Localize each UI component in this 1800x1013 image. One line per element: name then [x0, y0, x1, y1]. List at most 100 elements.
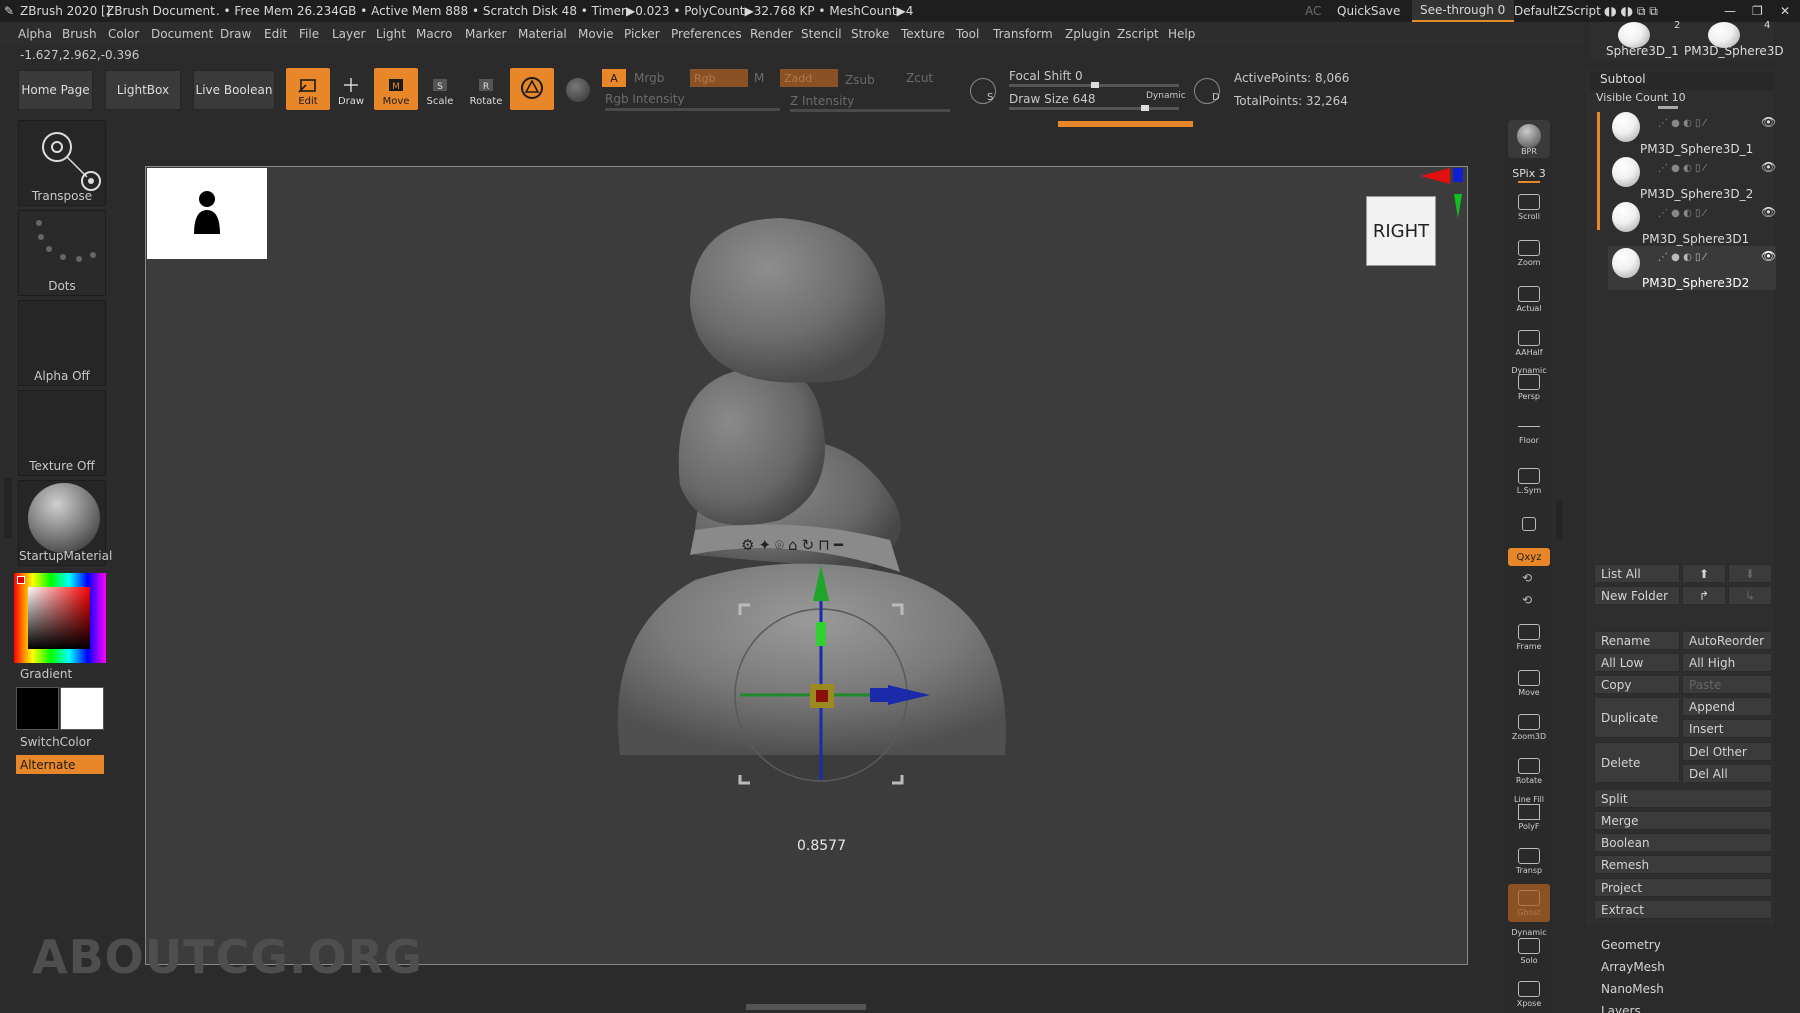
- draw-size-knob[interactable]: [1141, 105, 1149, 111]
- default-zscript-button[interactable]: DefaultZScript: [1514, 4, 1601, 18]
- subtool-title[interactable]: Subtool: [1590, 72, 1774, 90]
- alternate-button[interactable]: Alternate: [16, 755, 104, 774]
- menu-help[interactable]: Help: [1168, 27, 1195, 41]
- live-boolean-button[interactable]: Live Boolean: [193, 70, 275, 110]
- tool-thumb-name-1[interactable]: Sphere3D_1: [1606, 44, 1679, 58]
- menu-render[interactable]: Render: [750, 27, 793, 41]
- right-tray-handle[interactable]: [1556, 500, 1562, 540]
- transpose-brush-slot[interactable]: Transpose: [18, 120, 106, 206]
- dynamic-toggle[interactable]: Dynamic: [1146, 91, 1186, 101]
- draw-mode-button[interactable]: Draw: [329, 68, 373, 110]
- xpose-button[interactable]: Xpose: [1508, 975, 1550, 1013]
- rename-button[interactable]: Rename: [1594, 631, 1680, 650]
- gyro-toggle-button[interactable]: [510, 68, 554, 110]
- bottom-tray-handle[interactable]: [746, 1004, 866, 1010]
- eye-icon[interactable]: 👁: [1761, 205, 1776, 219]
- close-icon[interactable]: ✕: [1780, 4, 1790, 18]
- subtool-toggle-icons[interactable]: ⋰ ● ◐ ▯ ⁄: [1658, 118, 1705, 129]
- xyz-rotation-button[interactable]: Qxyz: [1508, 548, 1550, 566]
- rgb-button[interactable]: Rgb: [690, 69, 748, 87]
- del-all-button[interactable]: Del All: [1682, 764, 1772, 783]
- menu-stroke[interactable]: Stroke: [851, 27, 889, 41]
- restore-icon[interactable]: ❐: [1752, 4, 1763, 18]
- menu-layer[interactable]: Layer: [332, 27, 365, 41]
- solo-button[interactable]: Solo: [1508, 932, 1550, 970]
- rgb-intensity-slider[interactable]: [605, 108, 780, 111]
- gizmo-minus-icon[interactable]: ━: [834, 536, 843, 554]
- menu-material[interactable]: Material: [518, 27, 567, 41]
- paste-button[interactable]: Paste: [1682, 675, 1772, 694]
- all-low-button[interactable]: All Low: [1594, 653, 1680, 672]
- visible-count-slider[interactable]: [1658, 106, 1678, 109]
- menu-marker[interactable]: Marker: [465, 27, 506, 41]
- boolean-section[interactable]: Boolean: [1594, 833, 1772, 852]
- frame-button[interactable]: Frame: [1508, 618, 1550, 656]
- edit-mode-button[interactable]: Edit: [286, 68, 330, 110]
- material-slot[interactable]: StartupMaterial: [18, 480, 112, 566]
- subtool-item[interactable]: ⋰ ● ◐ ▯ ⁄ 👁 PM3D_Sphere3D_2: [1608, 157, 1776, 201]
- quicksave-button[interactable]: QuickSave: [1337, 4, 1400, 18]
- gizmo-reset-icon[interactable]: ↻: [802, 536, 815, 554]
- project-section[interactable]: Project: [1594, 878, 1772, 897]
- menu-alpha[interactable]: Alpha: [18, 27, 52, 41]
- gizmo-home-icon[interactable]: ⌂: [788, 536, 798, 554]
- menu-draw[interactable]: Draw: [220, 27, 251, 41]
- menu-light[interactable]: Light: [376, 27, 406, 41]
- rotate-view-button[interactable]: Rotate: [1508, 752, 1550, 790]
- zoom-button[interactable]: Zoom: [1508, 234, 1550, 272]
- gizmo-location-icon[interactable]: ⌾: [775, 536, 784, 554]
- all-high-button[interactable]: All High: [1682, 653, 1772, 672]
- menu-document[interactable]: Document: [151, 27, 213, 41]
- autoreorder-button[interactable]: AutoReorder: [1682, 631, 1772, 650]
- gizmo-settings-icon[interactable]: ⚙: [741, 536, 754, 554]
- navigation-thumbnail[interactable]: [147, 168, 267, 259]
- layers-panel-header[interactable]: Layers: [1601, 1004, 1641, 1013]
- transp-button[interactable]: Transp: [1508, 842, 1550, 880]
- floor-button[interactable]: Floor: [1508, 416, 1550, 454]
- zsub-button[interactable]: Zsub: [845, 73, 875, 87]
- gizmo-lock-icon[interactable]: ⊓: [818, 536, 830, 554]
- m-button[interactable]: M: [754, 71, 764, 85]
- extract-section[interactable]: Extract: [1594, 900, 1772, 919]
- transform-gizmo[interactable]: [730, 565, 970, 785]
- rotate-y-icon[interactable]: ⟲: [1522, 571, 1532, 585]
- minimize-icon[interactable]: —: [1724, 4, 1736, 18]
- gizmo-toolbar[interactable]: ⚙ ✦ ⌾ ⌂ ↻ ⊓ ━: [741, 536, 901, 554]
- zcut-button[interactable]: Zcut: [906, 71, 933, 85]
- arraymesh-panel-header[interactable]: ArrayMesh: [1601, 960, 1665, 974]
- actual-button[interactable]: Actual: [1508, 280, 1550, 318]
- subtool-item[interactable]: ⋰ ● ◐ ▯ ⁄ 👁 PM3D_Sphere3D_1: [1608, 112, 1776, 156]
- switch-color-button[interactable]: SwitchColor: [20, 735, 91, 749]
- subtool-item[interactable]: ⋰ ● ◐ ▯ ⁄ 👁 PM3D_Sphere3D1: [1608, 202, 1776, 246]
- texture-slot[interactable]: Texture Off: [18, 390, 106, 476]
- menu-transform[interactable]: Transform: [993, 27, 1053, 41]
- rotate-z-icon[interactable]: ⟲: [1522, 593, 1532, 607]
- eye-icon[interactable]: 👁: [1761, 115, 1776, 129]
- new-folder-button[interactable]: New Folder: [1594, 586, 1680, 605]
- split-section[interactable]: Split: [1594, 789, 1772, 808]
- menu-file[interactable]: File: [299, 27, 319, 41]
- persp-button[interactable]: Persp: [1508, 368, 1550, 406]
- menu-movie[interactable]: Movie: [578, 27, 614, 41]
- scale-mode-button[interactable]: S Scale: [418, 68, 462, 110]
- gradient-label[interactable]: Gradient: [20, 667, 72, 681]
- polyf-button[interactable]: PolyF: [1508, 798, 1550, 836]
- alpha-slot[interactable]: Alpha Off: [18, 300, 106, 386]
- z-intensity-slider[interactable]: [790, 109, 950, 112]
- folder-in-arrow-icon[interactable]: ↱: [1682, 586, 1726, 605]
- secondary-color-swatch[interactable]: [60, 687, 104, 730]
- geometry-panel-header[interactable]: Geometry: [1601, 938, 1661, 952]
- insert-button[interactable]: Insert: [1682, 719, 1772, 738]
- layout-icons[interactable]: ◖◗ ◖◗ ⧉ ⧉: [1604, 4, 1658, 19]
- append-button[interactable]: Append: [1682, 697, 1772, 716]
- del-other-button[interactable]: Del Other: [1682, 742, 1772, 761]
- mrgb-button[interactable]: Mrgb: [634, 71, 664, 85]
- primary-color-swatch[interactable]: [16, 687, 59, 730]
- menu-tool[interactable]: Tool: [956, 27, 979, 41]
- ghost-button[interactable]: Ghost: [1508, 884, 1550, 922]
- menu-picker[interactable]: Picker: [624, 27, 660, 41]
- gizmo-pin-icon[interactable]: ✦: [758, 536, 771, 554]
- zadd-button[interactable]: Zadd: [780, 69, 838, 87]
- aahalf-button[interactable]: AAHalf: [1508, 324, 1550, 362]
- subtool-toggle-icons[interactable]: ⋰ ● ◐ ▯ ⁄: [1658, 163, 1705, 174]
